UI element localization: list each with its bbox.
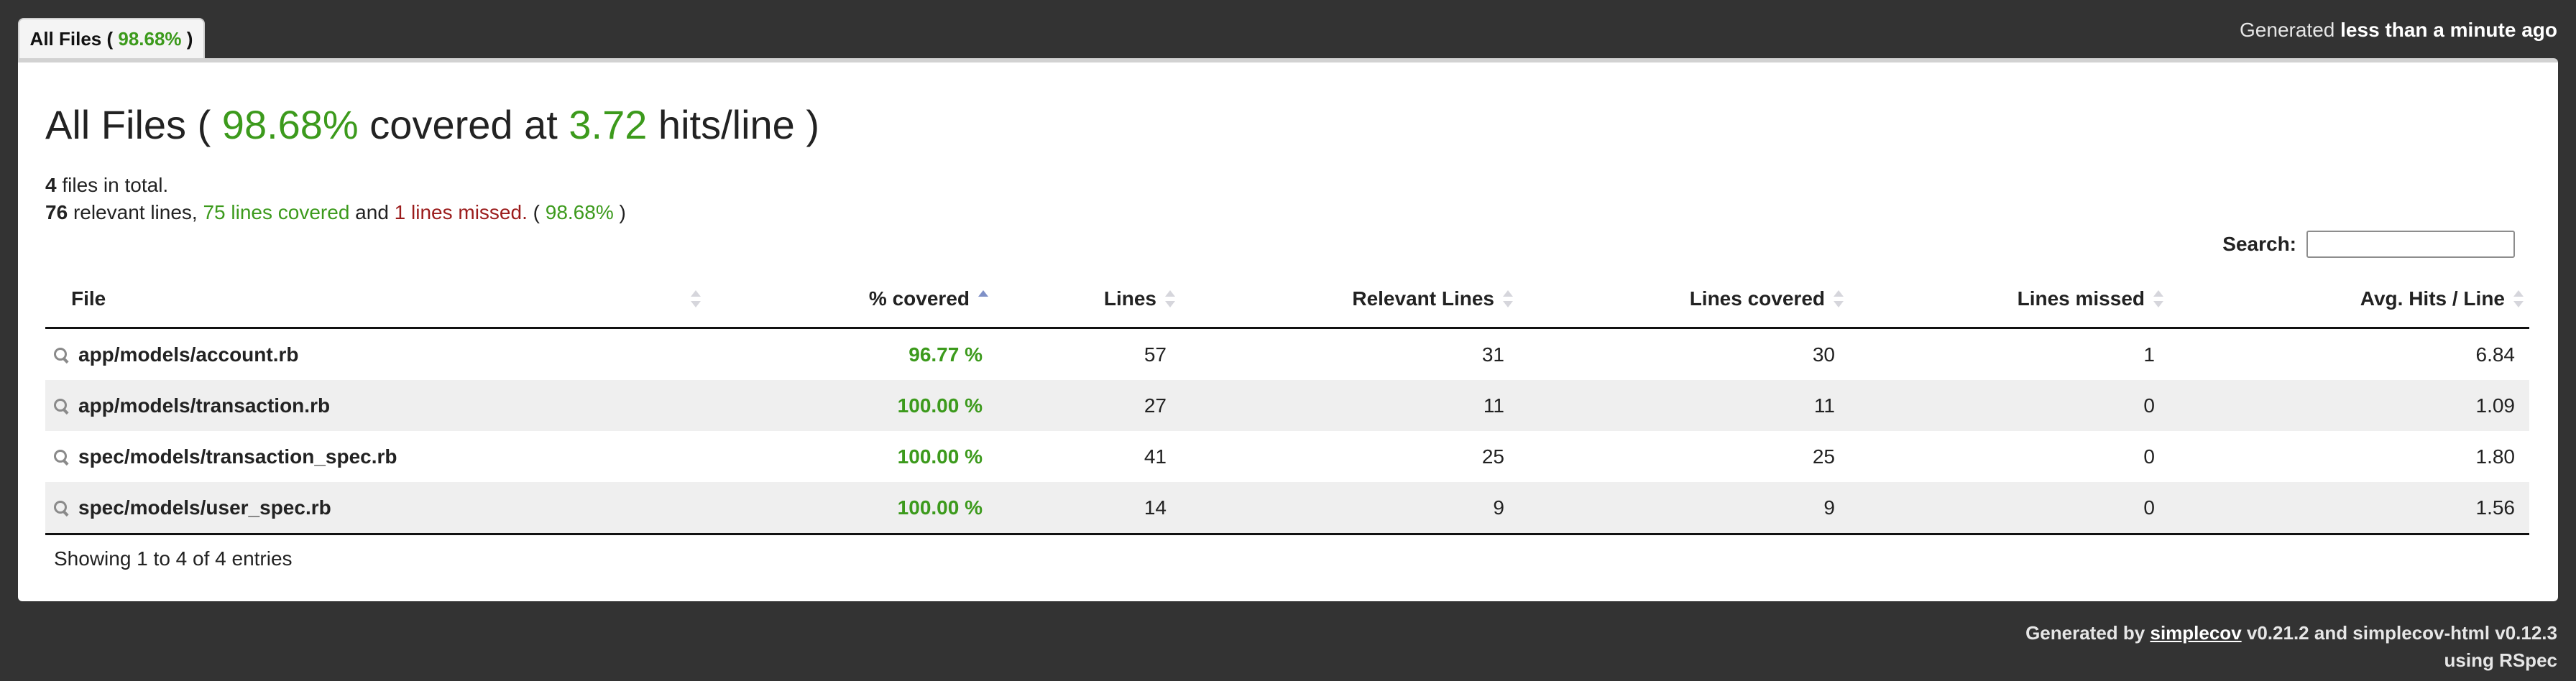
- sort-arrows-icon: [691, 290, 701, 307]
- cell-avg-hits: 1.09: [2475, 394, 2516, 417]
- relevant-lines-text: relevant lines,: [73, 201, 198, 223]
- page-title: All Files ( 98.68% covered at 3.72 hits/…: [45, 101, 819, 148]
- magnifier-icon: [54, 347, 70, 363]
- cell-lines-covered: 30: [1812, 343, 1835, 366]
- cell-lines-missed: 1: [2143, 343, 2155, 366]
- tab-label-prefix: All Files (: [29, 27, 114, 50]
- cell-lines: 57: [1144, 343, 1167, 366]
- cell-lines-missed: 0: [2143, 394, 2155, 417]
- cell-lines-covered: 11: [1813, 394, 1835, 417]
- footer-line-2: using RSpec: [2444, 649, 2557, 671]
- paren-open: (: [533, 201, 540, 223]
- sort-arrows-icon: [1834, 290, 1844, 307]
- column-header-avg-hits[interactable]: Avg. Hits / Line: [2169, 271, 2529, 329]
- cell-lines-missed: 0: [2143, 445, 2155, 468]
- generated-when: less than a minute ago: [2340, 19, 2557, 41]
- table-row: app/models/transaction.rb 100.00 % 27 11…: [45, 380, 2529, 431]
- cell-lines: 14: [994, 482, 1181, 535]
- lines-missed-text: 1 lines missed.: [394, 201, 528, 223]
- column-header-file[interactable]: File: [45, 271, 707, 329]
- tab-all-files[interactable]: All Files ( 98.68% ): [18, 18, 205, 58]
- cell-avg-hits: 6.84: [2475, 343, 2516, 366]
- sort-arrows-icon: [2153, 290, 2163, 307]
- magnifier-icon: [54, 449, 70, 465]
- files-text: files in total.: [62, 174, 169, 196]
- cell-covered: 96.77 %: [908, 343, 983, 366]
- cell-avg-hits: 1.56: [2169, 482, 2529, 535]
- cell-relevant-lines: 31: [1481, 343, 1504, 366]
- files-count: 4: [45, 174, 57, 196]
- footer-prefix: Generated by: [2025, 622, 2145, 644]
- search-filter: Search:: [2222, 231, 2515, 258]
- file-link[interactable]: app/models/transaction.rb: [45, 380, 707, 431]
- cell-avg-hits: 1.80: [2475, 445, 2516, 468]
- table-header-row: File % covered Lines Relevant Lines Line…: [45, 271, 2529, 329]
- cell-covered: 100.00 %: [897, 394, 983, 417]
- cell-lines-covered: 25: [1812, 445, 1835, 468]
- generated-prefix: Generated: [2240, 19, 2335, 41]
- content-panel: All Files ( 98.68% covered at 3.72 hits/…: [18, 58, 2558, 601]
- cell-lines-missed: 0: [1849, 482, 2169, 535]
- cell-covered: 100.00 %: [897, 445, 983, 468]
- footer-versions: v0.21.2 and simplecov-html v0.12.3: [2246, 622, 2557, 644]
- footer: Generated by simplecov v0.21.2 and simpl…: [2025, 619, 2557, 674]
- cell-relevant-lines: 9: [1181, 482, 1519, 535]
- column-header-lines-covered[interactable]: Lines covered: [1519, 271, 1849, 329]
- paren-close: ): [619, 201, 626, 223]
- file-link[interactable]: spec/models/transaction_spec.rb: [45, 431, 707, 482]
- column-header-covered[interactable]: % covered: [707, 271, 994, 329]
- sort-arrows-icon: [1503, 290, 1513, 307]
- title-prefix: All Files (: [45, 102, 211, 147]
- generated-timestamp: Generated less than a minute ago: [2240, 19, 2557, 42]
- files-table: File % covered Lines Relevant Lines Line…: [45, 271, 2529, 535]
- tab-label-suffix: ): [186, 27, 193, 50]
- relevant-lines-count: 76: [45, 201, 68, 223]
- cell-lines-covered: 9: [1519, 482, 1849, 535]
- cell-covered: 100.00 %: [707, 482, 994, 535]
- table-row: spec/models/transaction_spec.rb 100.00 %…: [45, 431, 2529, 482]
- file-link[interactable]: spec/models/user_spec.rb: [45, 482, 707, 535]
- sort-ascending-icon: [978, 290, 988, 307]
- title-suffix: hits/line ): [658, 102, 820, 147]
- lines-summary: 76 relevant lines, 75 lines covered and …: [45, 201, 626, 224]
- table-info: Showing 1 to 4 of 4 entries: [54, 547, 293, 570]
- title-coverage-percent: 98.68%: [221, 102, 359, 147]
- title-hits-per-line: 3.72: [569, 102, 648, 147]
- search-input[interactable]: [2306, 231, 2515, 258]
- column-header-relevant-lines[interactable]: Relevant Lines: [1181, 271, 1519, 329]
- tab-percent: 98.68%: [118, 27, 182, 50]
- file-link[interactable]: app/models/account.rb: [45, 328, 707, 381]
- search-label: Search:: [2222, 233, 2296, 255]
- and-text: and: [355, 201, 389, 223]
- table-row: spec/models/user_spec.rb 100.00 % 14 9 9…: [45, 482, 2529, 535]
- magnifier-icon: [54, 398, 70, 414]
- files-total-line: 4 files in total.: [45, 174, 168, 197]
- sort-arrows-icon: [1165, 290, 1175, 307]
- simplecov-link[interactable]: simplecov: [2150, 622, 2241, 644]
- footer-line-1: Generated by simplecov v0.21.2 and simpl…: [2025, 619, 2557, 647]
- cell-relevant-lines: 25: [1481, 445, 1504, 468]
- summary-percent: 98.68%: [545, 201, 614, 223]
- magnifier-icon: [54, 500, 70, 516]
- column-header-lines-missed[interactable]: Lines missed: [1849, 271, 2169, 329]
- column-header-lines[interactable]: Lines: [994, 271, 1181, 329]
- cell-lines: 27: [1144, 394, 1167, 417]
- sort-arrows-icon: [2513, 290, 2524, 307]
- cell-relevant-lines: 11: [1483, 394, 1504, 417]
- title-mid: covered at: [369, 102, 558, 147]
- table-row: app/models/account.rb 96.77 % 57 31 30 1…: [45, 328, 2529, 381]
- lines-covered-text: 75 lines covered: [203, 201, 350, 223]
- cell-lines: 41: [1144, 445, 1167, 468]
